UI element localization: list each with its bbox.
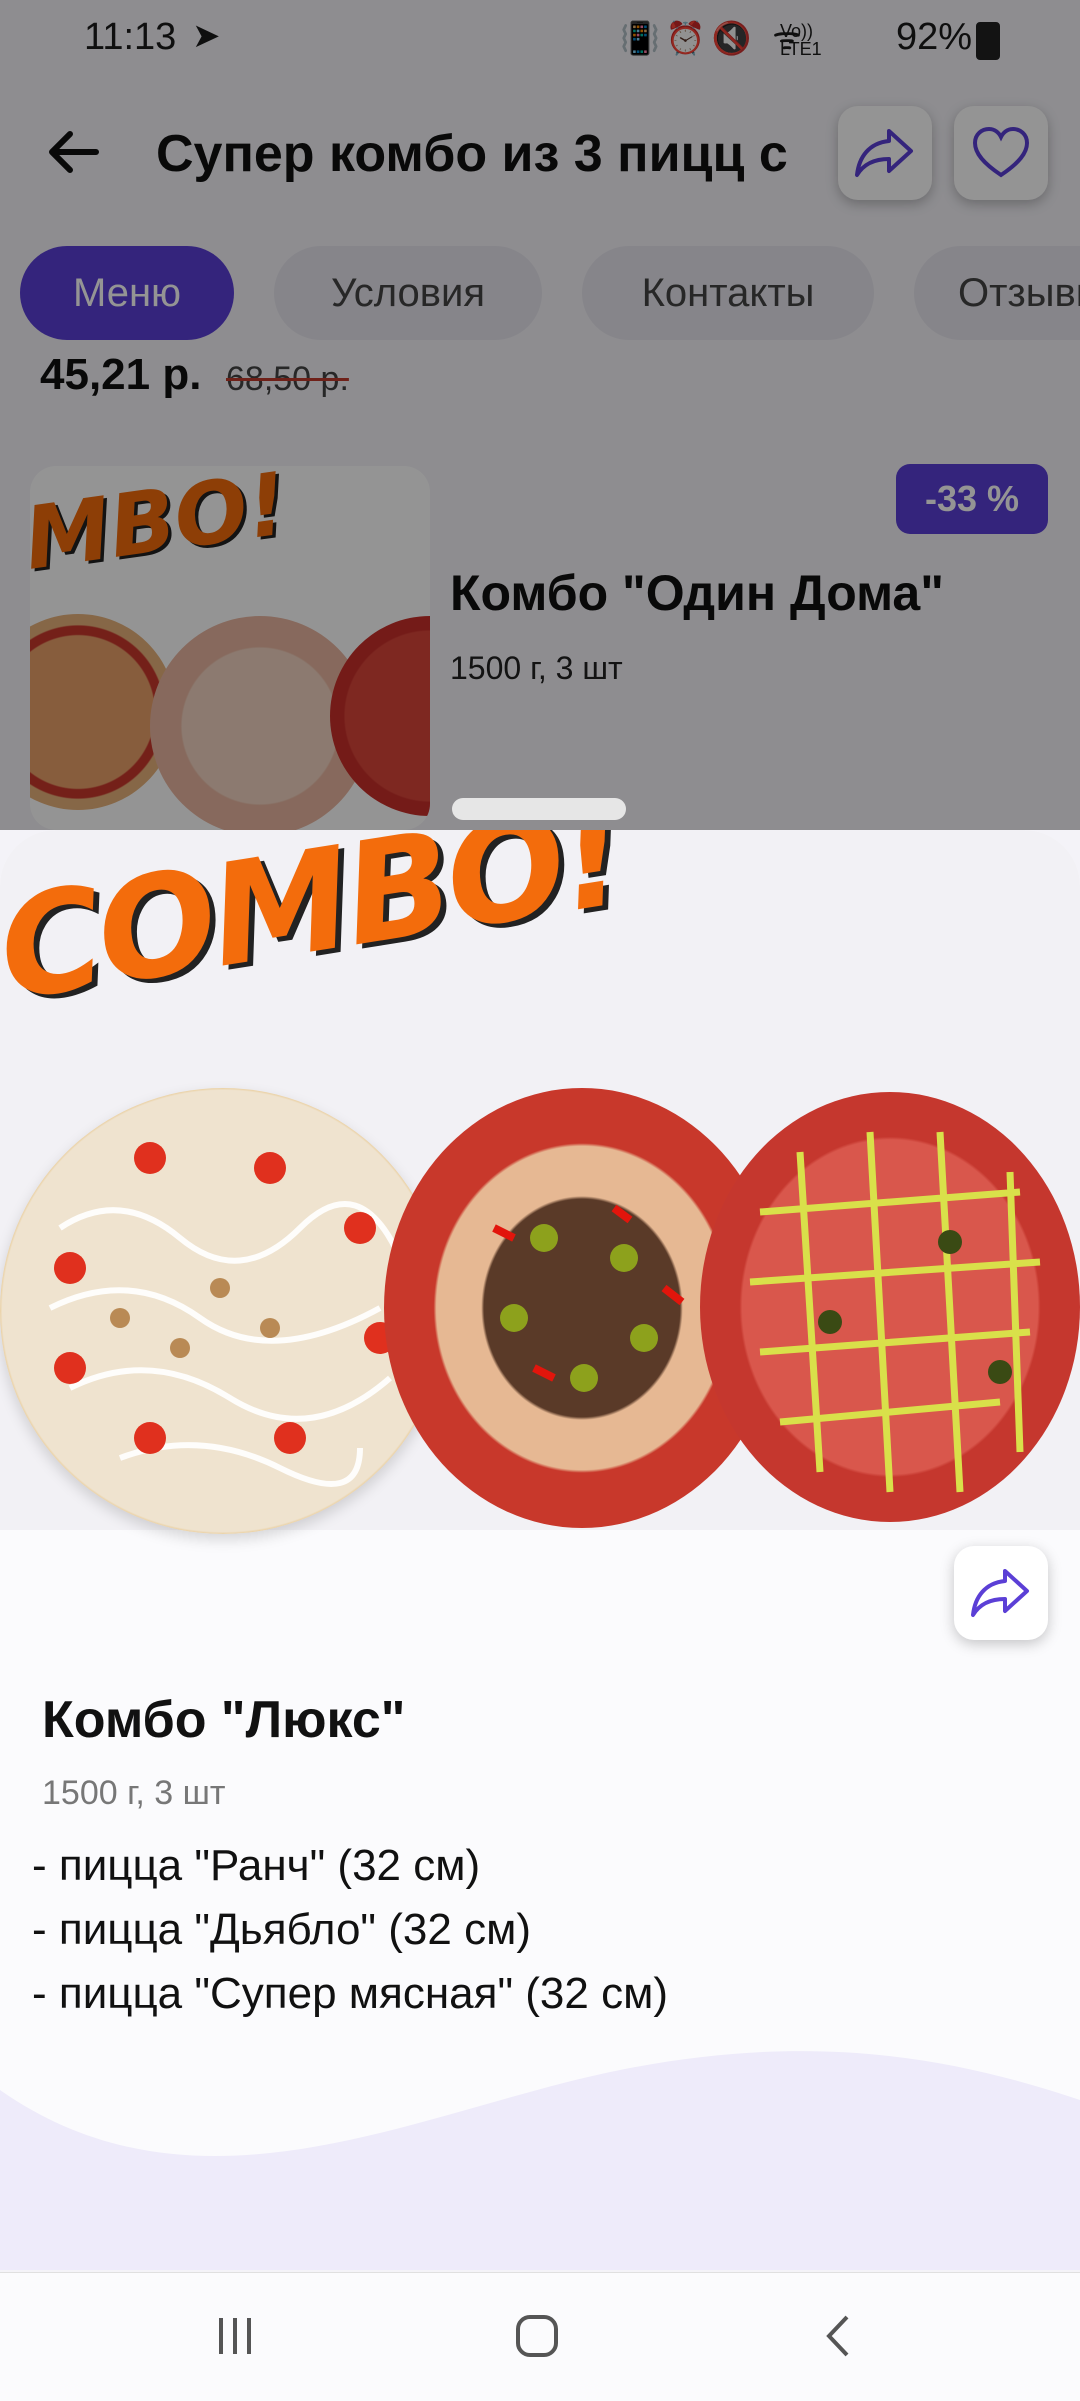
home-button[interactable] [492, 2301, 582, 2371]
chevron-left-icon [826, 2315, 849, 2357]
recent-apps-icon [219, 2318, 251, 2354]
product-title: Комбо "Люкс" [42, 1691, 406, 1749]
pizza-ranch-image [0, 1088, 446, 1534]
description-line: - пицца "Дьябло" (32 см) [32, 1905, 531, 1954]
product-image: COMBO! [0, 830, 1080, 1534]
system-navigation-bar [0, 2272, 1080, 2401]
share-icon [971, 1569, 1029, 1617]
description-line: - пицца "Ранч" (32 см) [32, 1841, 481, 1890]
home-icon [516, 2315, 558, 2357]
pizza-super-meat-image [700, 1092, 1080, 1522]
decorative-wave [0, 2051, 1080, 2270]
description-line: - пицца "Супер мясная" (32 см) [32, 1969, 669, 2018]
product-weight: 1500 г, 3 шт [42, 1774, 226, 1812]
recent-apps-button[interactable] [190, 2301, 280, 2371]
system-back-button[interactable] [794, 2301, 884, 2371]
product-share-button[interactable] [954, 1546, 1048, 1640]
product-description: - пицца "Ранч" (32 см) - пицца "Дьябло" … [32, 1834, 668, 2026]
sheet-drag-handle[interactable] [452, 798, 626, 820]
overlay-scrim[interactable] [0, 0, 1080, 830]
combo-logo-text: COMBO! [0, 830, 633, 1033]
product-bottom-sheet: COMBO! Комбо "Люкс" 1500 г, 3 шт - пицца… [0, 830, 1080, 2270]
